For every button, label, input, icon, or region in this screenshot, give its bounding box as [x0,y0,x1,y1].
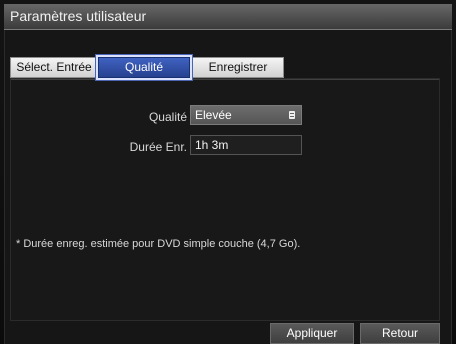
quality-label: Qualité [148,110,187,124]
apply-button[interactable]: Appliquer [270,323,354,344]
quality-dropdown[interactable]: Elevée [190,105,302,125]
recording-estimate-note: * Durée enreg. estimée pour DVD simple c… [16,238,301,250]
title-bar: Paramètres utilisateur [4,4,452,30]
tab-quality[interactable]: Qualité [98,57,190,78]
recording-duration-label: Durée Enr. [129,140,187,154]
user-settings-screen: Paramètres utilisateur Sélect. Entrée Qu… [0,0,456,344]
tab-input-selection[interactable]: Sélect. Entrée [10,57,98,78]
back-button[interactable]: Retour [360,323,440,344]
tab-record[interactable]: Enregistrer [192,57,284,78]
recording-duration-field: 1h 3m [190,135,302,155]
window-title: Paramètres utilisateur [10,8,147,24]
quality-selected-value: Elevée [195,108,232,122]
quality-settings-panel: Qualité Elevée Durée Enr. 1h 3m * Durée … [10,78,440,321]
settings-tabs: Sélect. Entrée Qualité Enregistrer [10,57,440,78]
footer-buttons: Appliquer Retour [10,321,440,344]
recording-duration-value: 1h 3m [195,138,229,152]
dropdown-icon [289,111,295,119]
